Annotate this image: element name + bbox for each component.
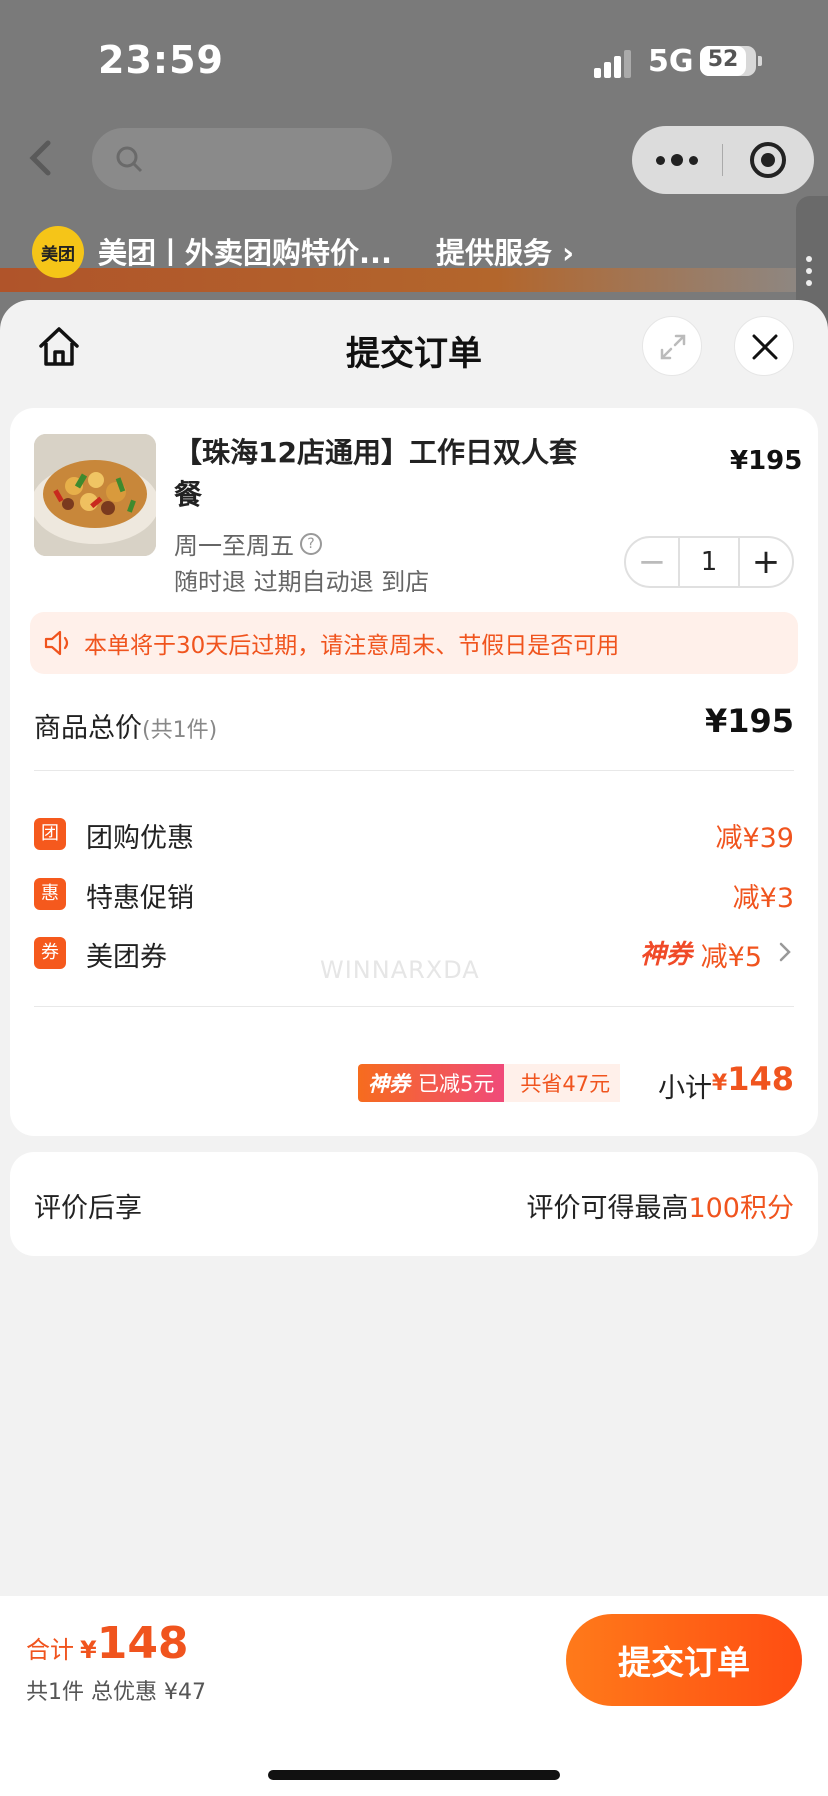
review-reward-prefix: 评价可得最高: [526, 1193, 689, 1224]
network-type: 5G: [648, 44, 694, 79]
subtotal-amount: 148: [727, 1060, 794, 1098]
savings-badge: 神券 已减5元 共省47元: [358, 1064, 621, 1102]
god-coupon-tag: 神券: [639, 940, 692, 970]
product-tags: 随时退 过期自动退 到店: [174, 568, 430, 596]
product-image[interactable]: [34, 434, 156, 556]
goods-total-value: ¥195: [704, 702, 794, 740]
divider: [34, 1006, 794, 1007]
savings-badge-reduced: 已减5元: [418, 1072, 495, 1096]
expand-button[interactable]: [642, 316, 702, 376]
quantity-value[interactable]: 1: [678, 538, 740, 586]
product-price: ¥195: [730, 446, 803, 476]
goods-total-row: 商品总价(共1件) ¥195: [34, 696, 794, 752]
help-icon[interactable]: ?: [300, 532, 322, 555]
chevron-right-icon: [779, 942, 791, 962]
status-bar: 23:59 5G 52: [0, 0, 828, 120]
background-page: 23:59 5G 52 美团 美团丨外卖团购特价... 提供服务 ›: [0, 0, 828, 348]
mini-program-title: 美团丨外卖团购特价...: [98, 236, 393, 270]
discount-row-group: 团 团购优惠 减¥39: [34, 810, 794, 860]
discount-label: 团购优惠: [86, 823, 194, 854]
discount-value: 减¥3: [732, 883, 794, 914]
subtotal-value: ¥148: [712, 1060, 794, 1098]
review-reward: 评价可得最高100积分: [526, 1186, 794, 1225]
promo-badge-icon: 惠: [34, 878, 66, 910]
available-days: 周一至周五 ?: [174, 526, 322, 561]
discount-value: 减¥5: [700, 942, 762, 973]
savings-badge-total: 共省47元: [504, 1064, 621, 1102]
speaker-icon: [44, 630, 69, 656]
product-name[interactable]: 【珠海12店通用】工作日双人套餐: [174, 432, 604, 516]
submit-order-button[interactable]: 提交订单: [566, 1614, 802, 1706]
savings-badge-tag: 神券: [368, 1072, 410, 1096]
subtotal-currency: ¥: [711, 1071, 728, 1096]
discount-label: 美团券: [86, 942, 167, 973]
subtotal-row: 神券 已减5元 共省47元 小计 ¥148: [34, 1056, 794, 1112]
mini-program-capsule: [632, 126, 814, 194]
battery-level: 52: [707, 47, 739, 72]
more-icon[interactable]: [632, 126, 722, 194]
review-card[interactable]: 评价后享 评价可得最高100积分: [10, 1152, 818, 1256]
order-total-value: 148: [96, 1618, 189, 1669]
decrease-button[interactable]: −: [626, 538, 678, 586]
increase-button[interactable]: +: [740, 538, 792, 586]
quantity-stepper: − 1 +: [624, 536, 794, 588]
search-icon: [116, 146, 143, 173]
subtotal-label: 小计: [658, 1073, 712, 1104]
divider: [34, 770, 794, 771]
expiry-notice: 本单将于30天后过期，请注意周末、节假日是否可用: [30, 612, 798, 674]
expiry-notice-text: 本单将于30天后过期，请注意周末、节假日是否可用: [84, 633, 620, 659]
discount-label: 特惠促销: [86, 883, 194, 914]
status-time: 23:59: [98, 38, 224, 82]
home-indicator: [268, 1770, 560, 1780]
signal-icon: [594, 48, 634, 78]
meituan-logo: 美团: [32, 226, 84, 278]
review-label: 评价后享: [34, 1193, 142, 1224]
provider-link[interactable]: 提供服务 ›: [436, 230, 574, 272]
battery-icon: 52: [700, 46, 756, 76]
savings-badge-left: 神券 已减5元: [358, 1064, 505, 1102]
close-icon: [752, 334, 778, 360]
order-total-label: 合计: [26, 1636, 74, 1664]
service-provider-bar: 美团 美团丨外卖团购特价... 提供服务 ›: [0, 222, 828, 292]
search-bar[interactable]: [92, 128, 392, 190]
battery-nub: [758, 56, 762, 66]
bottom-action-bar: 合计 ¥ 148 共1件 总优惠 ¥47 提交订单: [0, 1596, 828, 1796]
discount-row-promo: 惠 特惠促销 减¥3: [34, 870, 794, 920]
expand-icon: [660, 334, 686, 360]
goods-total-label-text: 商品总价: [34, 713, 142, 744]
close-button[interactable]: [734, 316, 794, 376]
order-total-meta: 共1件 总优惠 ¥47: [26, 1680, 206, 1705]
back-icon[interactable]: [28, 140, 54, 176]
order-sheet: 提交订单 【珠海12店通用】工作日双人套餐 ¥195 周一至周五 ? 随时退 过…: [0, 300, 828, 1796]
group-badge-icon: 团: [34, 818, 66, 850]
page-title: 提交订单: [346, 334, 482, 374]
order-card: 【珠海12店通用】工作日双人套餐 ¥195 周一至周五 ? 随时退 过期自动退 …: [10, 408, 818, 1136]
watermark: WINNARXDA: [320, 956, 480, 984]
goods-count: (共1件): [142, 718, 218, 743]
coupon-badge-icon: 券: [34, 937, 66, 969]
order-total: 合计 ¥ 148: [26, 1618, 189, 1669]
order-total-currency: ¥: [80, 1636, 97, 1664]
discount-value: 减¥39: [715, 823, 794, 854]
target-icon[interactable]: [750, 142, 786, 178]
available-days-text: 周一至周五: [174, 532, 294, 560]
goods-total-label: 商品总价(共1件): [34, 706, 217, 745]
sheet-header: 提交订单: [0, 300, 828, 400]
review-reward-points: 100积分: [688, 1193, 794, 1224]
